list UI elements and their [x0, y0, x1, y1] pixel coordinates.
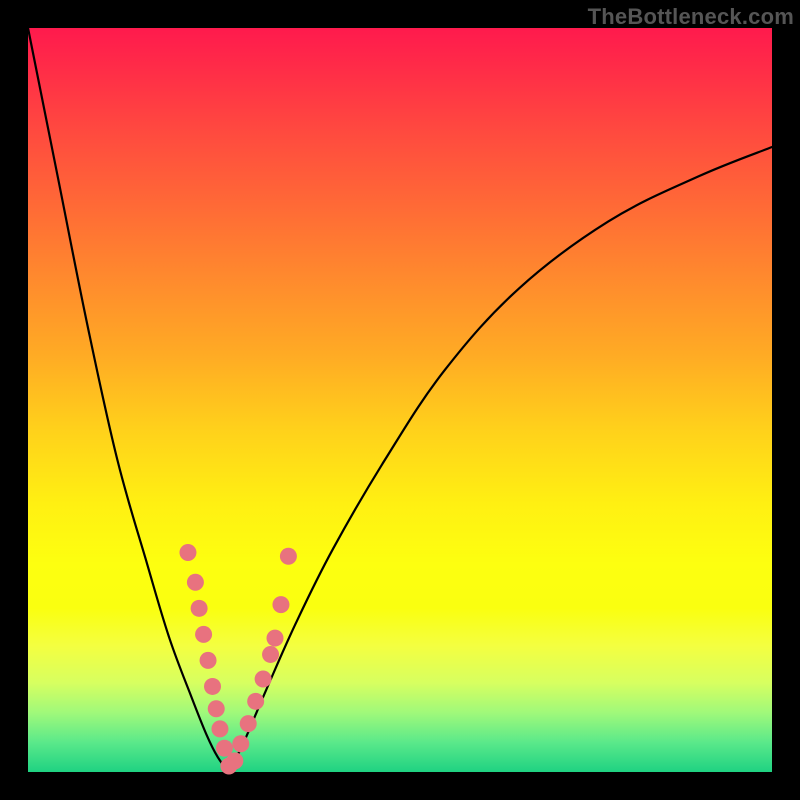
marker-dot — [272, 596, 289, 613]
bottleneck-curve-right — [229, 147, 772, 772]
marker-dot — [262, 646, 279, 663]
marker-dot — [195, 626, 212, 643]
marker-dot — [240, 715, 257, 732]
marker-dot — [226, 752, 243, 769]
marker-dot — [232, 735, 249, 752]
marker-dot — [187, 574, 204, 591]
chart-svg — [28, 28, 772, 772]
marker-dot — [208, 700, 225, 717]
marker-dot — [191, 600, 208, 617]
marker-dot — [211, 720, 228, 737]
marker-dot — [255, 671, 272, 688]
marker-dot — [200, 652, 217, 669]
bottleneck-curve-left — [28, 28, 229, 772]
chart-frame: TheBottleneck.com — [0, 0, 800, 800]
marker-dot — [280, 548, 297, 565]
marker-dot — [179, 544, 196, 561]
plot-area — [28, 28, 772, 772]
curve-group — [28, 28, 772, 772]
marker-dot — [204, 678, 221, 695]
watermark-text: TheBottleneck.com — [588, 4, 794, 30]
marker-dot — [267, 630, 284, 647]
marker-dot — [247, 693, 264, 710]
